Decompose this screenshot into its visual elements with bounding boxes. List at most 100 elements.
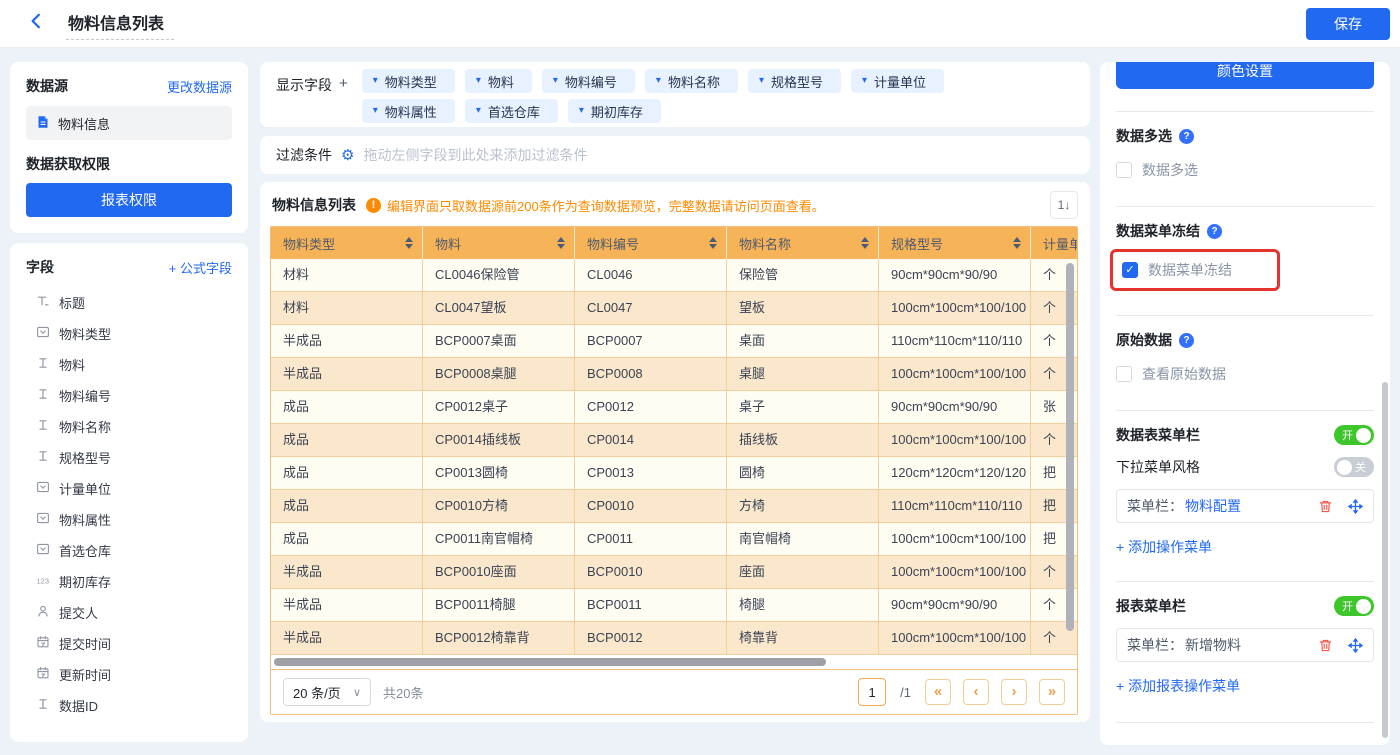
table-cell: 方椅 (727, 490, 879, 522)
report-menu-toggle-on[interactable]: 开 (1334, 596, 1374, 616)
menu-value[interactable]: 物料配置 (1185, 496, 1241, 516)
field-item[interactable]: 物料 (26, 349, 232, 380)
display-field-chip[interactable]: ▾ 规格型号 (747, 69, 841, 93)
move-icon[interactable] (1347, 637, 1363, 653)
user-icon (36, 604, 50, 621)
field-item[interactable]: 提交人 (26, 597, 232, 628)
table-cell: CP0013 (575, 457, 727, 489)
sort-order-icon[interactable]: 1↓ (1050, 191, 1078, 219)
save-button[interactable]: 保存 (1306, 7, 1390, 40)
table-cell: 半成品 (271, 622, 423, 654)
table-cell: 110cm*110cm*110/110 (879, 490, 1031, 522)
help-icon[interactable]: ? (1179, 128, 1194, 144)
field-item[interactable]: 首选仓库 (26, 535, 232, 566)
chevron-down-icon: ▾ (372, 75, 378, 86)
table-cell: CP0010方椅 (423, 490, 575, 522)
table-row: 半成品 BCP0007桌面 BCP0007 桌面 110cm*110cm*110/110… (271, 325, 1077, 358)
add-action-menu-link[interactable]: + 添加操作菜单 (1116, 537, 1374, 557)
last-page-button[interactable]: » (1039, 679, 1065, 705)
help-icon[interactable]: ? (1179, 332, 1194, 348)
add-display-field-button[interactable]: + (339, 75, 348, 120)
sort-icon[interactable] (709, 237, 717, 249)
change-datasource-link[interactable]: 更改数据源 (167, 77, 232, 96)
field-item[interactable]: 123 期初库存 (26, 566, 232, 597)
field-item[interactable]: 物料名称 (26, 411, 232, 442)
column-header[interactable]: 物料编号 (575, 227, 727, 259)
raw-data-checkbox-row[interactable]: 查看原始数据 (1116, 364, 1374, 384)
divider (1116, 722, 1374, 723)
table-cell: BCP0007 (575, 325, 727, 357)
panel-scrollbar[interactable] (1382, 382, 1388, 738)
page-size-select[interactable]: 20 条/页 ∨ (283, 678, 371, 706)
menu-prefix: 菜单栏： (1127, 498, 1183, 514)
column-header[interactable]: 物料 (423, 227, 575, 259)
sort-icon[interactable] (861, 237, 869, 249)
sort-icon[interactable] (557, 237, 565, 249)
display-field-chip[interactable]: ▾ 期初库存 (567, 99, 661, 123)
divider (1116, 315, 1374, 316)
field-item[interactable]: 物料编号 (26, 380, 232, 411)
checkbox-unchecked[interactable] (1116, 366, 1132, 382)
field-item-label: 物料名称 (59, 420, 112, 435)
column-header[interactable]: 物料名称 (727, 227, 879, 259)
back-button[interactable] (24, 12, 48, 36)
table-cell: CP0013圆椅 (423, 457, 575, 489)
table-cell: CP0010 (575, 490, 727, 522)
total-count: 共20条 (383, 685, 424, 701)
field-item[interactable]: 更新时间 (26, 659, 232, 690)
field-item[interactable]: 物料属性 (26, 504, 232, 535)
move-icon[interactable] (1347, 498, 1363, 514)
column-header-label: 规格型号 (891, 236, 944, 252)
add-report-action-menu-link[interactable]: + 添加报表操作菜单 (1116, 676, 1374, 696)
table-row: 半成品 BCP0012椅靠背 BCP0012 椅靠背 100cm*100cm*100/1… (271, 622, 1077, 655)
display-field-chip[interactable]: ▾ 首选仓库 (464, 99, 558, 123)
display-field-chip[interactable]: ▾ 物料类型 (361, 69, 455, 93)
table-menu-toggle-on[interactable]: 开 (1334, 425, 1374, 445)
title-icon (36, 294, 50, 311)
display-field-chip[interactable]: ▾ 物料名称 (644, 69, 738, 93)
report-permission-button[interactable]: 报表权限 (26, 183, 232, 217)
help-icon[interactable]: ? (1207, 223, 1222, 239)
checkbox-checked[interactable]: ✓ (1122, 262, 1138, 278)
vertical-scrollbar[interactable] (1066, 263, 1074, 631)
table-cell: 半成品 (271, 589, 423, 621)
display-field-chip[interactable]: ▾ 物料编号 (541, 69, 635, 93)
datasource-title: 数据源 (26, 78, 68, 94)
field-item[interactable]: 物料类型 (26, 318, 232, 349)
menu-value[interactable]: 新增物料 (1185, 635, 1241, 655)
field-item[interactable]: 提交时间 (26, 628, 232, 659)
page-title[interactable]: 物料信息列表 (66, 8, 175, 40)
prev-page-button[interactable]: ‹ (963, 679, 989, 705)
horizontal-scrollbar[interactable] (274, 658, 826, 666)
display-field-chip[interactable]: ▾ 计量单位 (851, 69, 945, 93)
field-item[interactable]: 标题 (26, 287, 232, 318)
next-page-button[interactable]: › (1001, 679, 1027, 705)
chip-label: 首选仓库 (487, 104, 540, 120)
sort-icon[interactable] (1013, 237, 1021, 249)
trash-icon[interactable] (1317, 498, 1333, 514)
display-field-chip[interactable]: ▾ 物料属性 (361, 99, 455, 123)
field-item[interactable]: 数据ID (26, 690, 232, 721)
first-page-button[interactable]: « (925, 679, 951, 705)
page-number-input[interactable] (858, 678, 887, 706)
table-cell: 100cm*100cm*100/100 (879, 556, 1031, 588)
column-header-label: 物料类型 (283, 236, 336, 252)
filter-dropzone[interactable]: 拖动左侧字段到此处来添加过滤条件 (363, 145, 587, 165)
field-item[interactable]: 计量单位 (26, 473, 232, 504)
sort-icon[interactable] (405, 237, 413, 249)
gear-icon[interactable]: ⚙ (341, 148, 354, 163)
dropdown-style-toggle-off[interactable]: 关 (1334, 457, 1374, 477)
display-field-chip[interactable]: ▾ 物料 (464, 69, 532, 93)
column-header[interactable]: 物料类型 (271, 227, 423, 259)
column-header[interactable]: 计量单位 (1031, 227, 1077, 259)
table-row: 成品 CP0013圆椅 CP0013 圆椅 120cm*120cm*120/120 把 (271, 457, 1077, 490)
field-item[interactable]: 规格型号 (26, 442, 232, 473)
multi-select-checkbox-row[interactable]: 数据多选 (1116, 160, 1374, 180)
trash-icon[interactable] (1317, 637, 1333, 653)
checkbox-unchecked[interactable] (1116, 162, 1132, 178)
column-header[interactable]: 规格型号 (879, 227, 1031, 259)
column-header-label: 物料编号 (587, 236, 640, 252)
add-formula-field-link[interactable]: + 公式字段 (169, 258, 232, 277)
datasource-item[interactable]: 物料信息 (26, 106, 232, 140)
color-settings-button[interactable]: 颜色设置 (1116, 62, 1374, 89)
